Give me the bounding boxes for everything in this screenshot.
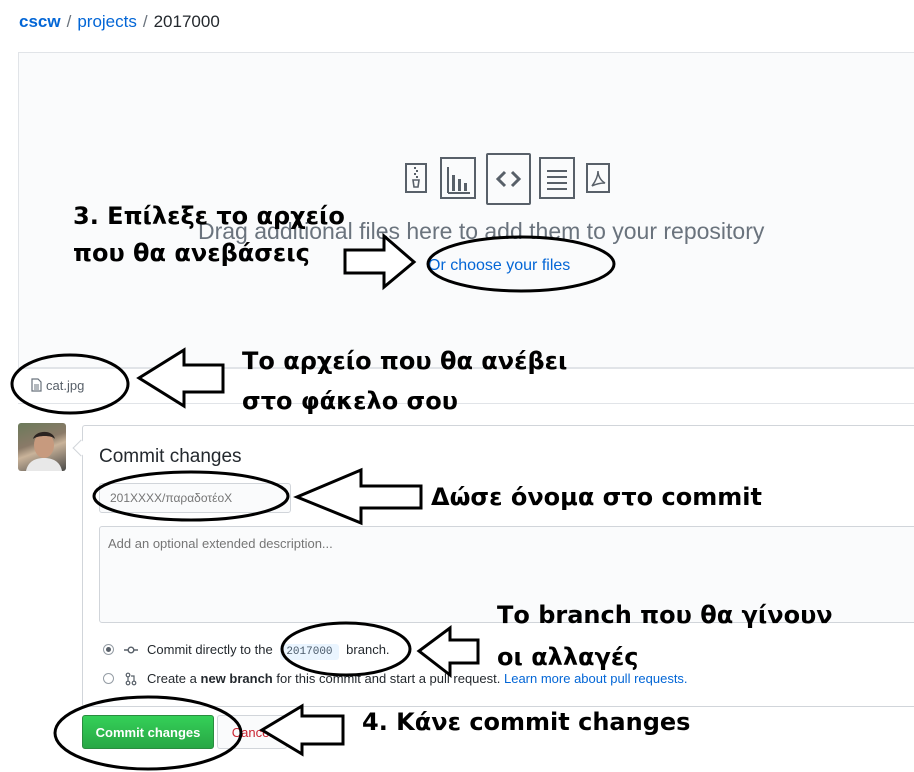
- annotation-step3-line1: 3. Επίλεξε το αρχείο: [73, 202, 345, 230]
- chart-file-icon: [440, 157, 476, 199]
- annotation-file-line2: στο φάκελο σου: [242, 387, 458, 415]
- code-file-icon: [486, 153, 531, 205]
- cancel-button[interactable]: Cancel: [217, 715, 287, 749]
- owner-link[interactable]: cscw: [19, 12, 61, 31]
- commit-direct-option: Commit directly to the 2017000 branch.: [147, 642, 390, 660]
- breadcrumb-separator: /: [66, 12, 72, 31]
- repo-link[interactable]: projects: [77, 12, 137, 31]
- branch-name-badge: 2017000: [280, 644, 339, 660]
- commit-direct-radio[interactable]: [103, 644, 114, 655]
- avatar-photo: [26, 431, 62, 471]
- uploaded-file-name: cat.jpg: [46, 378, 85, 393]
- annotation-branch-line1: Το branch που θα γίνουν: [497, 601, 833, 629]
- commit-summary-input[interactable]: [99, 483, 291, 513]
- new-branch-prefix: Create a: [147, 671, 197, 686]
- new-branch-bold: new branch: [200, 671, 273, 686]
- git-commit-icon: [124, 646, 138, 654]
- annotation-step3-line2: που θα ανεβάσεις: [73, 239, 310, 267]
- annotation-step4: 4. Κάνε commit changes: [362, 708, 691, 736]
- text-file-icon: [539, 157, 575, 199]
- file-icon: [31, 378, 42, 392]
- zip-file-icon: [405, 163, 427, 193]
- breadcrumb-separator: /: [142, 12, 148, 31]
- new-branch-middle: for this commit and start a pull request…: [276, 671, 501, 686]
- commit-changes-button[interactable]: Commit changes: [82, 715, 214, 749]
- annotation-file-line1: Το αρχείο που θα ανέβει: [242, 347, 568, 375]
- new-branch-radio[interactable]: [103, 673, 114, 684]
- commit-direct-prefix: Commit directly to the: [147, 642, 273, 657]
- pdf-file-icon: [586, 163, 610, 193]
- current-folder: 2017000: [153, 12, 220, 31]
- commit-direct-suffix: branch.: [346, 642, 390, 657]
- git-pull-request-icon: [125, 672, 137, 686]
- breadcrumb: cscw / projects / 2017000: [19, 12, 220, 32]
- annotation-branch-line2: οι αλλαγές: [497, 643, 639, 671]
- choose-files-link[interactable]: Or choose your files: [428, 257, 570, 275]
- avatar[interactable]: [18, 423, 66, 471]
- commit-form-title: Commit changes: [99, 446, 242, 467]
- annotation-name-commit: Δώσε όνομα στο commit: [431, 483, 762, 511]
